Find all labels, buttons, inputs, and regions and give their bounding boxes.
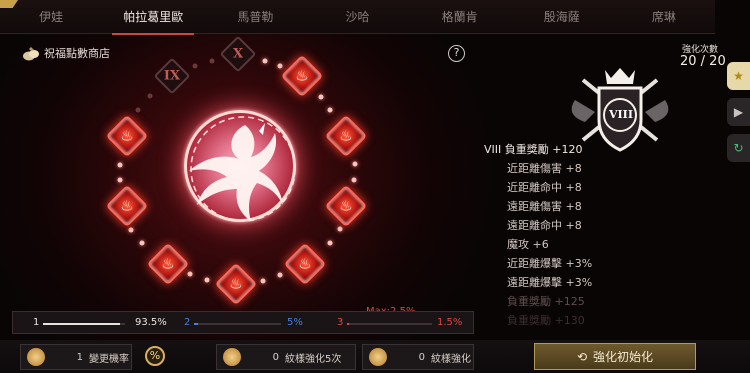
- flame-node-7[interactable]: ♨: [105, 184, 149, 228]
- probability-bar: 1 93.5% 2 5% 3 1.5%: [12, 311, 474, 334]
- enhance-slot[interactable]: 0 紋樣強化: [362, 344, 474, 370]
- reset-enhance-label: 強化初始化: [593, 350, 654, 364]
- ring-dot: [337, 226, 343, 232]
- ring-dot: [117, 177, 123, 183]
- ring-dot: [262, 58, 268, 64]
- ring-dot: [117, 162, 123, 168]
- stat-line: VIII 負重獎勵 +120: [484, 143, 583, 156]
- node-numeral: IX: [163, 68, 181, 84]
- flame-icon: ♨: [298, 254, 312, 273]
- ring-dot: [187, 271, 193, 277]
- favorite-side-button[interactable]: ★: [727, 62, 750, 90]
- flame-node-5[interactable]: ♨: [214, 262, 258, 306]
- prob-value-1: 93.5%: [135, 317, 167, 328]
- slot-quantity: 0: [272, 351, 279, 363]
- prob-value-3: 1.5%: [437, 317, 463, 328]
- prob-fill-2: [194, 323, 199, 325]
- ring-dot-locked: [147, 93, 153, 99]
- flame-icon: ♨: [120, 196, 134, 215]
- stat-list: VIII 負重獎勵 +120 近距離傷害 +8 近距離命中 +8 遠距離傷害 +8 遠距…: [484, 140, 654, 330]
- flame-node-2[interactable]: ♨: [324, 114, 368, 158]
- stat-line: 近距離傷害 +8: [507, 162, 582, 175]
- prob-track-3: [347, 323, 432, 325]
- tab-silian[interactable]: 席琳: [613, 0, 715, 34]
- play-side-button[interactable]: ▶: [727, 98, 750, 126]
- flame-icon: ♨: [229, 274, 243, 293]
- phoenix-icon: [189, 116, 296, 222]
- ring-dot: [277, 272, 283, 278]
- flame-icon: ♨: [161, 254, 175, 273]
- flame-node-3[interactable]: ♨: [324, 184, 368, 228]
- ring-dot-locked: [192, 63, 198, 69]
- ring-dot: [327, 240, 333, 246]
- blessing-coin-icon: [369, 348, 387, 366]
- flame-node-8[interactable]: ♨: [105, 114, 149, 158]
- stat-line: 近距離爆擊 +3%: [507, 257, 593, 270]
- pattern-ring: IX X ♨ ♨ ♨ ♨ ♨ ♨ ♨ ♨: [0, 0, 500, 310]
- ring-dot: [352, 161, 358, 167]
- ring-dot: [277, 63, 283, 69]
- stat-line: 魔攻 +6: [507, 238, 549, 251]
- ring-dot: [318, 94, 324, 100]
- flame-node-1[interactable]: ♨: [280, 54, 324, 98]
- prob-index-2: 2: [184, 317, 191, 328]
- stat-line: 近距離命中 +8: [507, 181, 582, 194]
- stat-line: 負重獎勵 +125: [507, 295, 585, 308]
- flame-icon: ♨: [339, 126, 353, 145]
- enhance-count-value: 20 / 20: [680, 54, 726, 69]
- change-probability-slot[interactable]: 1 變更機率: [20, 344, 132, 370]
- ring-dot: [139, 240, 145, 246]
- locked-node-ix[interactable]: IX: [153, 57, 191, 95]
- node-numeral: X: [232, 46, 244, 62]
- probability-toggle-button[interactable]: %: [145, 346, 165, 366]
- swirl-icon: ↻: [733, 141, 744, 155]
- swirl-side-button[interactable]: ↻: [727, 134, 750, 162]
- prob-index-3: 3: [337, 317, 344, 328]
- slot-quantity: 0: [418, 351, 425, 363]
- prob-fill-1: [43, 323, 120, 325]
- stat-line: 負重獎勵 +130: [507, 314, 585, 327]
- locked-node-x[interactable]: X: [219, 35, 257, 73]
- slot-label: 變更機率: [89, 353, 129, 365]
- prob-index-1: 1: [33, 317, 40, 328]
- flame-icon: ♨: [295, 66, 309, 85]
- ring-dot: [351, 177, 357, 183]
- flame-node-6[interactable]: ♨: [146, 242, 190, 286]
- reset-enhance-button[interactable]: ⟲ 強化初始化: [534, 343, 696, 370]
- refresh-icon: ⟲: [576, 349, 588, 364]
- blessing-coin-icon: [27, 348, 45, 366]
- stat-line: 遠距離傷害 +8: [507, 200, 582, 213]
- tab-einhasad[interactable]: 殷海薩: [511, 0, 613, 34]
- flame-node-4[interactable]: ♨: [283, 242, 327, 286]
- blessing-coin-icon: [223, 348, 241, 366]
- flame-icon: ♨: [339, 196, 353, 215]
- ring-dot: [260, 278, 266, 284]
- slot-label: 紋樣強化: [431, 353, 471, 365]
- stat-line: 遠距離爆擊 +3%: [507, 276, 593, 289]
- ring-dot-locked: [209, 58, 215, 64]
- slot-quantity: 1: [76, 351, 83, 363]
- stage: 伊娃 帕拉葛里歐 馬普勒 沙哈 格蘭肯 殷海薩 席琳 祝福點數商店 ? IX X…: [0, 0, 750, 373]
- phoenix-emblem: [184, 110, 296, 222]
- prob-fill-3: [347, 323, 349, 325]
- badge-numeral: VIII: [609, 108, 633, 121]
- prob-track-2: [194, 323, 281, 325]
- stat-line: 遠距離命中 +8: [507, 219, 582, 232]
- slot-label: 紋樣強化5次: [285, 353, 342, 365]
- play-icon: ▶: [733, 105, 744, 119]
- ring-dot: [128, 227, 134, 233]
- enhance-5x-slot[interactable]: 0 紋樣強化5次: [216, 344, 356, 370]
- ring-dot-locked: [135, 107, 141, 113]
- ring-dot: [204, 277, 210, 283]
- side-button-group: ★ ▶ ↻: [727, 62, 750, 170]
- star-icon: ★: [733, 69, 744, 83]
- prob-value-2: 5%: [287, 317, 303, 328]
- ring-dot: [327, 107, 333, 113]
- flame-icon: ♨: [120, 126, 134, 145]
